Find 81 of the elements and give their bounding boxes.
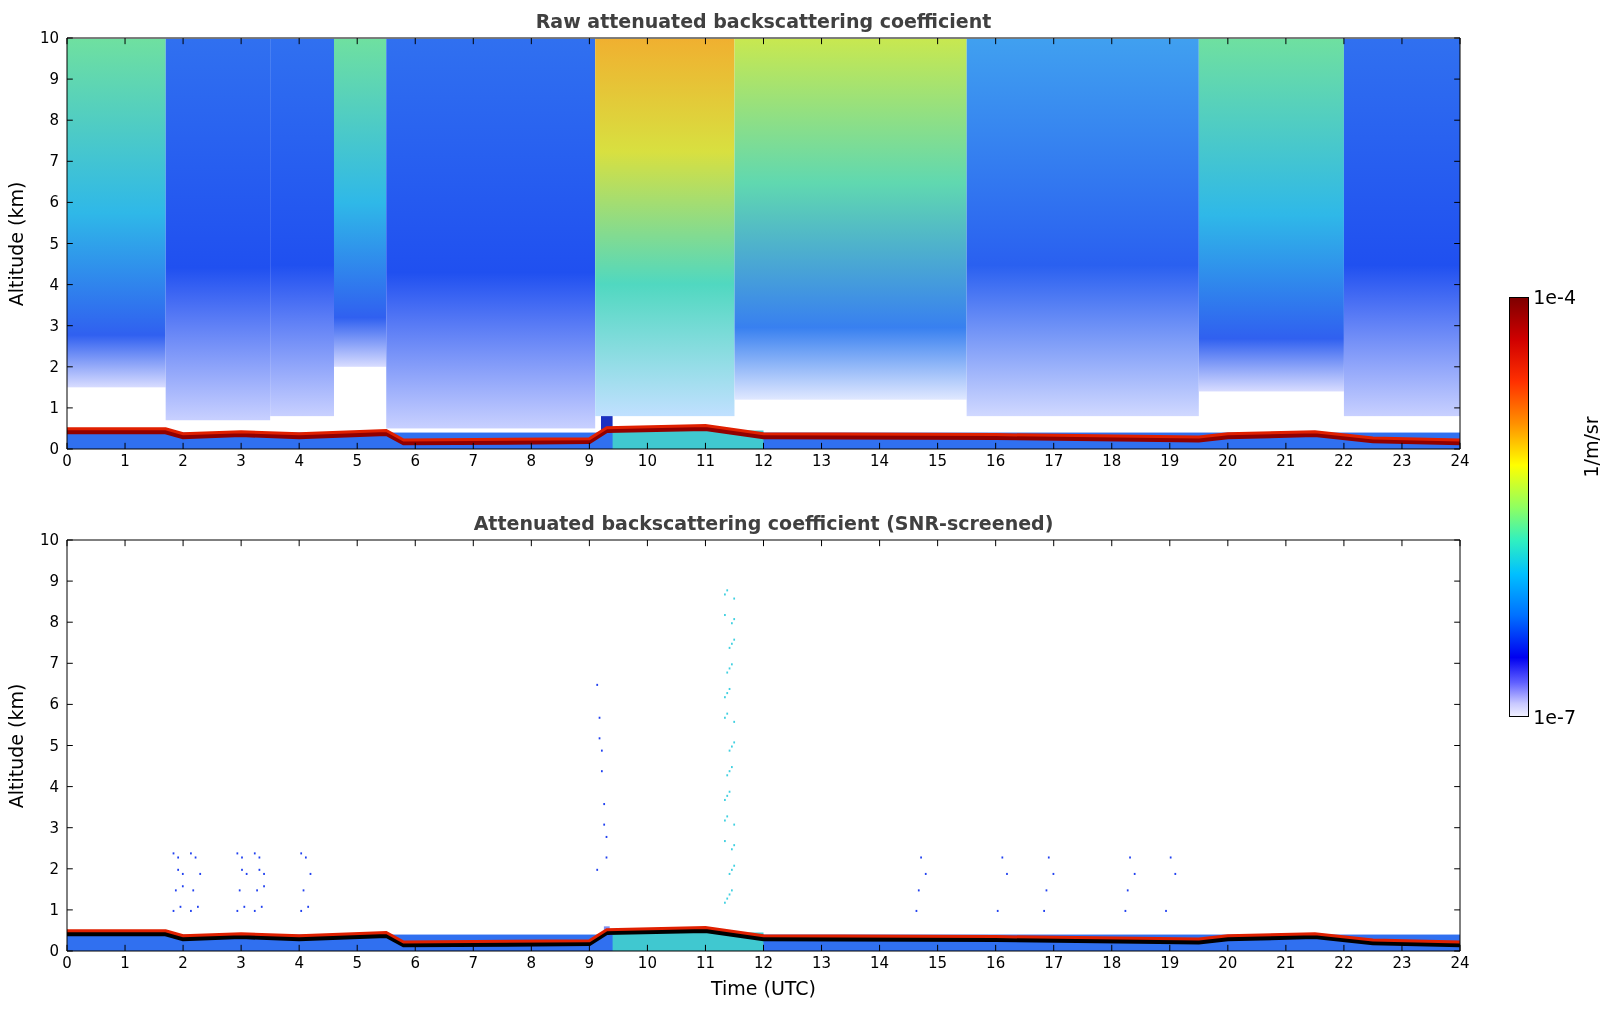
tick-label: 11 [695, 452, 715, 470]
tick-label: 2 [49, 357, 59, 376]
tick-label: 12 [753, 954, 774, 972]
colorbar-unit-label: 1/m/sr [1580, 416, 1602, 478]
tick-label: 5 [49, 736, 59, 755]
tick-label: 15 [928, 452, 948, 470]
tick-label: 9 [49, 70, 59, 89]
tick-label: 3 [49, 316, 59, 335]
tick-label: 18 [1102, 954, 1122, 972]
signal-points [915, 856, 927, 912]
tick-label: 20 [1218, 452, 1238, 470]
tick-label: 5 [352, 954, 362, 972]
tick-label: 16 [986, 452, 1006, 470]
tick-label: 18 [1102, 452, 1122, 470]
tick-label: 13 [812, 954, 832, 972]
tick-label: 8 [526, 452, 537, 470]
tick-label: 2 [178, 452, 188, 470]
tick-label: 10 [637, 452, 657, 470]
tick-label: 7 [49, 152, 59, 171]
tick-label: 0 [49, 440, 59, 458]
axis-label: Time (UTC) [711, 976, 816, 1001]
tick-label: 0 [49, 942, 59, 960]
tick-label: 16 [986, 954, 1006, 972]
tick-label: 12 [753, 452, 774, 470]
colorbar-min-label: 1e-7 [1533, 707, 1576, 727]
colorbar-max-label: 1e-4 [1533, 287, 1576, 307]
tick-label: 4 [49, 777, 59, 796]
tick-label: 9 [49, 572, 59, 591]
tick-label: 14 [870, 452, 890, 470]
tick-label: 9 [584, 452, 595, 470]
tick-label: 13 [812, 452, 832, 470]
tick-label: 17 [1044, 954, 1064, 972]
tick-label: 8 [49, 111, 59, 130]
tick-label: 6 [49, 193, 59, 212]
tick-label: 7 [468, 954, 479, 972]
tick-label: 3 [236, 954, 246, 972]
tick-label: 23 [1392, 452, 1412, 470]
plot-title: Attenuated backscattering coefficient (SNR-screened) [473, 512, 1054, 534]
axis-label: Altitude (km) [5, 181, 27, 306]
tick-label: 4 [294, 954, 304, 972]
tick-label: 6 [410, 954, 420, 972]
tick-label: 11 [695, 954, 715, 972]
axis-label: Altitude (km) [5, 683, 27, 808]
tick-label: 4 [49, 275, 59, 294]
tick-label: 20 [1218, 954, 1238, 972]
tick-label: 21 [1276, 452, 1296, 470]
tick-label: 9 [584, 954, 595, 972]
tick-label: 5 [352, 452, 362, 470]
tick-label: 3 [236, 452, 246, 470]
tick-label: 10 [637, 954, 657, 972]
tick-label: 21 [1276, 954, 1296, 972]
tick-label: 4 [294, 452, 304, 470]
tick-label: 0 [62, 452, 72, 470]
tick-label: 24 [1450, 954, 1470, 972]
tick-label: 19 [1160, 452, 1180, 470]
tick-label: 8 [49, 613, 59, 632]
tick-label: 1 [120, 954, 130, 972]
tick-label: 22 [1334, 452, 1354, 470]
tick-label: 5 [49, 234, 59, 253]
tick-label: 3 [49, 818, 59, 837]
tick-label: 24 [1450, 452, 1470, 470]
tick-label: 0 [62, 954, 72, 972]
tick-label: 17 [1044, 452, 1064, 470]
tick-label: 15 [928, 954, 948, 972]
tick-label: 6 [49, 695, 59, 714]
tick-label: 7 [49, 654, 59, 673]
tick-label: 19 [1160, 954, 1180, 972]
plot-title: Raw attenuated backscattering coefficient [535, 10, 992, 32]
tick-label: 2 [49, 859, 59, 878]
tick-label: 1 [49, 900, 59, 919]
tick-label: 1 [49, 398, 59, 417]
tick-label: 14 [870, 954, 890, 972]
tick-label: 6 [410, 452, 420, 470]
tick-label: 22 [1334, 954, 1354, 972]
tick-label: 10 [39, 531, 59, 549]
tick-label: 8 [526, 954, 537, 972]
tick-label: 23 [1392, 954, 1412, 972]
tick-label: 1 [120, 452, 130, 470]
tick-label: 7 [468, 452, 479, 470]
tick-label: 2 [178, 954, 188, 972]
tick-label: 10 [39, 29, 59, 47]
